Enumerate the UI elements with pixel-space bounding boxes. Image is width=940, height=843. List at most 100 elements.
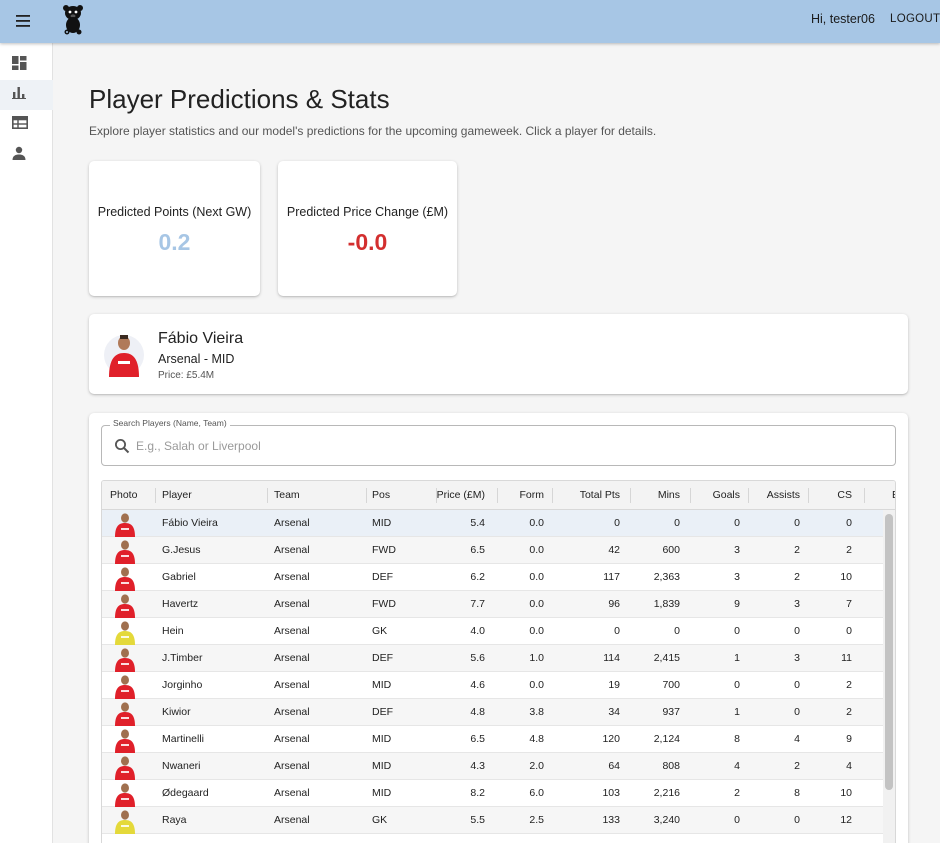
column-header-player[interactable]: Player [162, 481, 262, 510]
sidebar-item-stats[interactable] [0, 80, 53, 110]
column-header-cs[interactable]: CS [810, 481, 852, 510]
sidebar-item-profile[interactable] [0, 140, 53, 170]
player-thumbnail [112, 511, 138, 537]
cell-assists: 2 [794, 571, 800, 583]
cell-player: Nwaneri [162, 760, 201, 772]
column-header-form[interactable]: Form [492, 481, 545, 510]
table-row[interactable]: Kiwior Arsenal DEF 4.8 3.8 34 937 1 0 2 [102, 699, 883, 726]
cell-pts: 0 [614, 517, 620, 529]
cell-player: Hein [162, 625, 184, 637]
column-header-photo[interactable]: Photo [110, 481, 155, 510]
column-header-team[interactable]: Team [274, 481, 364, 510]
column-separator[interactable] [497, 488, 498, 503]
cell-mins: 600 [662, 544, 680, 556]
column-separator[interactable] [690, 488, 691, 503]
cell-team: Arsenal [274, 571, 310, 583]
column-header-goals[interactable]: Goals [692, 481, 740, 510]
column-header-mins[interactable]: Mins [632, 481, 680, 510]
cell-cs: 2 [846, 679, 852, 691]
player-photo [103, 331, 145, 379]
column-separator[interactable] [630, 488, 631, 503]
cell-player: Kiwior [162, 706, 191, 718]
cell-form: 4.8 [529, 733, 544, 745]
search-input[interactable] [136, 435, 876, 457]
table-row[interactable]: Havertz Arsenal FWD 7.7 0.0 96 1,839 9 3 7 [102, 591, 883, 618]
table-row[interactable]: Nwaneri Arsenal MID 4.3 2.0 64 808 4 2 4 [102, 753, 883, 780]
sidebar-item-dashboard[interactable] [0, 50, 53, 80]
player-thumbnail [112, 727, 138, 753]
column-header-b[interactable]: B [892, 481, 895, 510]
dashboard-icon [12, 55, 27, 75]
column-header-total-pts[interactable]: Total Pts [562, 481, 620, 510]
table-row[interactable]: Ødegaard Arsenal MID 8.2 6.0 103 2,216 2 8 10 [102, 780, 883, 807]
cell-form: 3.8 [529, 706, 544, 718]
column-separator[interactable] [267, 488, 268, 503]
table-row[interactable]: Raya Arsenal GK 5.5 2.5 133 3,240 0 0 12 [102, 807, 883, 834]
cell-cs: 11 [841, 652, 852, 664]
bear-logo-icon[interactable] [62, 3, 84, 35]
predicted-points-card: Predicted Points (Next GW) 0.2 [89, 161, 260, 296]
cell-price: 6.5 [470, 544, 485, 556]
table-row[interactable]: G.Jesus Arsenal FWD 6.5 0.0 42 600 3 2 2 [102, 537, 883, 564]
cell-goals: 0 [734, 679, 740, 691]
cell-mins: 2,124 [653, 733, 680, 745]
cell-mins: 937 [662, 706, 680, 718]
cell-player: J.Timber [162, 652, 203, 664]
cell-price: 7.7 [470, 598, 485, 610]
table-row[interactable]: Hein Arsenal GK 4.0 0.0 0 0 0 0 0 [102, 618, 883, 645]
vertical-scrollbar[interactable] [883, 510, 895, 843]
cell-team: Arsenal [274, 814, 310, 826]
scrollbar-thumb[interactable] [885, 514, 893, 790]
sidebar-item-table[interactable] [0, 110, 53, 140]
cell-team: Arsenal [274, 652, 310, 664]
column-separator[interactable] [864, 488, 865, 503]
grid-body: Fábio Vieira Arsenal MID 5.4 0.0 0 0 0 0 0 G.Jesus… [102, 510, 895, 843]
predicted-points-label: Predicted Points (Next GW) [97, 205, 252, 219]
cell-cs: 0 [846, 517, 852, 529]
menu-icon[interactable] [9, 9, 37, 33]
cell-form: 0.0 [529, 544, 544, 556]
logout-button[interactable]: LOGOUT [890, 13, 940, 25]
cell-mins: 2,216 [653, 787, 680, 799]
cell-team: Arsenal [274, 787, 310, 799]
cell-cs: 7 [846, 598, 852, 610]
cell-pts: 96 [608, 598, 620, 610]
column-separator[interactable] [748, 488, 749, 503]
cell-cs: 0 [846, 625, 852, 637]
column-header-price-m[interactable]: Price (£M) [420, 481, 485, 510]
player-thumbnail [112, 781, 138, 807]
column-separator[interactable] [155, 488, 156, 503]
column-separator[interactable] [366, 488, 367, 503]
predicted-price-value: -0.0 [347, 229, 388, 255]
cell-price: 4.3 [470, 760, 485, 772]
column-separator[interactable] [552, 488, 553, 503]
player-thumbnail [112, 619, 138, 645]
table-row[interactable]: Jorginho Arsenal MID 4.6 0.0 19 700 0 0 2 [102, 672, 883, 699]
player-thumbnail [112, 538, 138, 564]
cell-pts: 19 [608, 679, 620, 691]
cell-team: Arsenal [274, 706, 310, 718]
column-header-assists[interactable]: Assists [752, 481, 800, 510]
player-thumbnail [112, 646, 138, 672]
cell-assists: 4 [794, 733, 800, 745]
column-separator[interactable] [808, 488, 809, 503]
cell-team: Arsenal [274, 598, 310, 610]
cell-pts: 114 [603, 652, 620, 664]
cell-mins: 0 [674, 517, 680, 529]
table-row[interactable]: J.Timber Arsenal DEF 5.6 1.0 114 2,415 1 3 11 [102, 645, 883, 672]
cell-mins: 700 [662, 679, 680, 691]
cell-goals: 0 [734, 814, 740, 826]
cell-team: Arsenal [274, 679, 310, 691]
column-separator[interactable] [436, 488, 437, 503]
cell-goals: 3 [734, 544, 740, 556]
cell-form: 6.0 [529, 787, 544, 799]
table-row[interactable]: Fábio Vieira Arsenal MID 5.4 0.0 0 0 0 0 0 [102, 510, 883, 537]
cell-goals: 8 [734, 733, 740, 745]
table-row[interactable]: Gabriel Arsenal DEF 6.2 0.0 117 2,363 3 2 10 [102, 564, 883, 591]
bar-chart-icon [12, 86, 26, 104]
table-row[interactable]: Martinelli Arsenal MID 6.5 4.8 120 2,124 8 4 9 [102, 726, 883, 753]
cell-mins: 1,839 [653, 598, 680, 610]
cell-pts: 0 [614, 625, 620, 637]
cell-price: 4.8 [470, 706, 485, 718]
cell-player: Ødegaard [162, 787, 209, 799]
